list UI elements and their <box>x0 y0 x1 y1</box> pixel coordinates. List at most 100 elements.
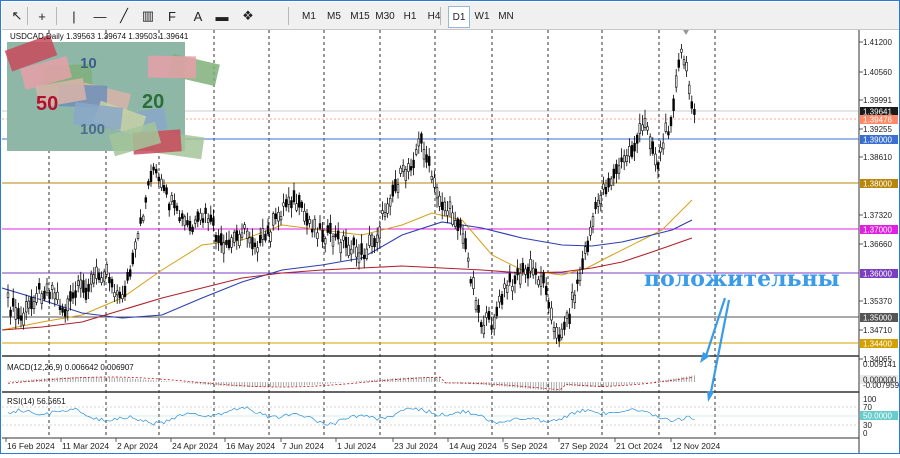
chart-area[interactable]: 50 20 100 10 USDCAD,Daily 1.39563 1.39674 1… <box>1 30 900 453</box>
candle-body <box>308 219 311 224</box>
date-label: 24 Apr 2024 <box>172 441 218 451</box>
timeframe-mn-button[interactable]: MN <box>496 6 516 26</box>
candle-body <box>58 306 62 310</box>
candle-body <box>651 141 655 154</box>
candle-body <box>186 220 189 226</box>
candle-body <box>212 217 215 226</box>
candle-body <box>12 298 15 307</box>
text-tool-icon[interactable]: A <box>188 6 208 26</box>
candle-body <box>524 268 527 275</box>
timeframe-h1-button[interactable]: H1 <box>400 6 420 26</box>
candle-body <box>451 212 454 225</box>
macd-scale-label: -0.007959 <box>863 381 899 390</box>
candle-body <box>573 294 577 303</box>
date-label: 7 Jun 2024 <box>282 441 324 451</box>
candle-body <box>617 165 621 174</box>
candle-body <box>6 292 10 298</box>
candle-body <box>378 226 381 239</box>
date-label: 21 Oct 2024 <box>616 441 663 451</box>
price-chart[interactable]: 50 20 100 10 USDCAD,Daily 1.39563 1.39674 1… <box>1 30 900 453</box>
candle-body <box>401 165 405 172</box>
toolbar-separator <box>27 7 28 25</box>
candle-body <box>134 241 137 250</box>
timeframe-m1-button[interactable]: M1 <box>299 6 319 26</box>
level-price-label: 1.36000 <box>863 270 892 279</box>
candle-body <box>594 201 597 210</box>
candle-body <box>508 273 511 283</box>
candle-body <box>347 244 350 256</box>
candle-body <box>284 199 288 208</box>
timeframe-h4-button[interactable]: H4 <box>424 6 444 26</box>
candle-body <box>672 98 675 111</box>
candle-body <box>331 235 335 247</box>
cursor-tool-icon[interactable]: ↖ <box>7 6 27 26</box>
trendline-tool-icon[interactable]: ╱ <box>114 6 134 26</box>
timeframe-m15-button[interactable]: M15 <box>348 6 372 26</box>
candle-body <box>183 216 186 226</box>
candle-body <box>604 186 608 195</box>
candle-body <box>310 228 314 233</box>
candle-body <box>30 297 33 310</box>
candle-body <box>261 228 264 240</box>
candle-body <box>479 322 483 327</box>
date-label: 16 Feb 2024 <box>7 441 55 451</box>
candle-body <box>147 181 150 186</box>
timeframe-m5-button[interactable]: M5 <box>324 6 344 26</box>
candle-body <box>487 311 491 320</box>
candle-body <box>220 233 223 246</box>
timeframe-m30-button[interactable]: M30 <box>373 6 397 26</box>
candle-body <box>155 168 158 174</box>
candle-body <box>74 290 77 298</box>
candle-body <box>472 277 475 289</box>
candle-body <box>568 313 571 324</box>
candle-body <box>246 230 249 239</box>
label-tool-icon[interactable]: ▬ <box>212 6 232 26</box>
candle-body <box>90 273 93 285</box>
candle-body <box>79 279 83 289</box>
candle-body <box>48 291 51 300</box>
candle-body <box>612 168 616 179</box>
candle-body <box>386 203 389 214</box>
level-price-label: 1.38000 <box>863 180 892 189</box>
candle-body <box>446 210 449 216</box>
candle-body <box>466 257 470 262</box>
candle-body <box>162 185 166 191</box>
candle-body <box>103 271 106 282</box>
candle-body <box>589 226 592 236</box>
candle-body <box>412 159 415 169</box>
timeframe-d1-button[interactable]: D1 <box>448 6 470 28</box>
candle-body <box>222 242 225 254</box>
channel-tool-icon[interactable]: ▥ <box>138 6 158 26</box>
candle-body <box>500 294 504 305</box>
candle-body <box>596 199 600 207</box>
candle-body <box>581 258 584 270</box>
crosshair-tool-icon[interactable]: + <box>32 6 52 26</box>
shapes-tool-icon[interactable]: ❖ <box>238 6 258 26</box>
horizontal-line-tool-icon[interactable]: — <box>90 6 110 26</box>
date-label: 5 Sep 2024 <box>504 441 548 451</box>
candle-body <box>537 279 540 286</box>
candle-body <box>682 59 686 66</box>
candle-body <box>391 184 394 197</box>
candle-body <box>516 268 519 276</box>
date-label: 27 Sep 2024 <box>560 441 608 451</box>
toolbar-separator <box>288 7 289 25</box>
candle-body <box>40 293 44 304</box>
candle-body <box>635 134 639 144</box>
candle-body <box>638 123 642 134</box>
candle-body <box>420 133 423 144</box>
candle-body <box>53 292 57 300</box>
timeframe-w1-button[interactable]: W1 <box>472 6 492 26</box>
level-price-label: 1.37000 <box>863 226 892 235</box>
candle-body <box>674 75 678 88</box>
candle-body <box>178 217 181 222</box>
candle-body <box>643 118 647 128</box>
candle-body <box>204 207 207 214</box>
candle-body <box>110 279 114 288</box>
toolbar: ↖ + | — ╱ ▥ F A ▬ ❖ M1 M5 M15 M30 H1 H4 D1 W1 MN <box>2 2 899 30</box>
candle-body <box>61 307 64 313</box>
vertical-line-tool-icon[interactable]: | <box>64 6 84 26</box>
candle-body <box>181 213 184 219</box>
fibonacci-tool-icon[interactable]: F <box>162 6 182 26</box>
candle-body <box>305 213 309 226</box>
